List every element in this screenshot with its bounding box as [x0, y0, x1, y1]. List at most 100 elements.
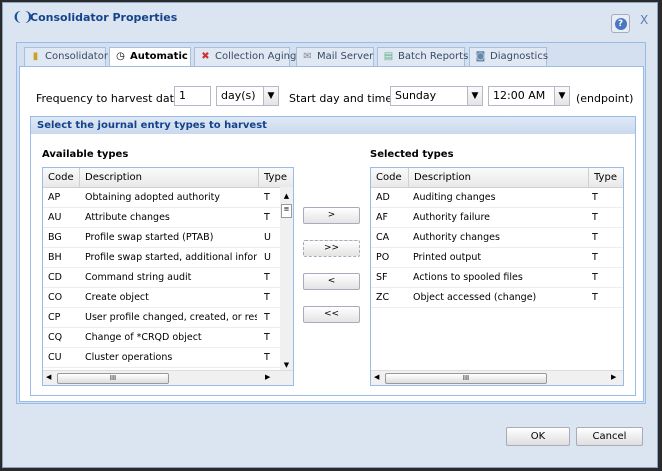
table-row[interactable]: AF Authority failure T	[371, 208, 623, 228]
code-cell: ZC	[376, 292, 390, 303]
description-cell: Command string audit	[85, 272, 192, 283]
type-cell: T	[592, 292, 598, 303]
code-cell: CA	[376, 232, 390, 243]
description-cell: Authority changes	[413, 232, 500, 243]
code-cell: AU	[48, 212, 62, 223]
tab-label: Mail Server	[317, 51, 374, 62]
selected-types-grid[interactable]: Code Description Type ◀ III ▶ AD Auditing c…	[370, 167, 624, 386]
report-icon: ▤	[383, 51, 394, 62]
type-cell: T	[264, 292, 270, 303]
scroll-thumb[interactable]: III	[57, 373, 169, 384]
column-header-description[interactable]: Description	[409, 168, 589, 187]
aging-icon: ✖	[201, 51, 210, 62]
start-label: Start day and time:	[289, 92, 396, 105]
add-all-button[interactable]: >>	[303, 240, 360, 257]
help-button[interactable]: ?	[611, 14, 630, 33]
type-cell: T	[592, 212, 598, 223]
table-row[interactable]: CU Cluster operations T	[43, 348, 281, 368]
chevron-down-icon[interactable]: ▼	[554, 86, 570, 106]
table-row[interactable]: AD Auditing changes T	[371, 188, 623, 208]
column-header-code[interactable]: Code	[43, 168, 80, 187]
type-cell: T	[264, 272, 270, 283]
day-select[interactable]: Sunday	[390, 86, 468, 106]
remove-button[interactable]: <	[303, 273, 360, 290]
tab-automatic[interactable]: ◷ Automatic	[109, 47, 191, 67]
scroll-thumb[interactable]: III	[385, 373, 547, 384]
table-row[interactable]: ZC Object accessed (change) T	[371, 288, 623, 308]
code-cell: CP	[48, 312, 61, 323]
scroll-right-icon[interactable]: ▶	[611, 373, 616, 381]
tab-batch-reports[interactable]: ▤ Batch Reports	[377, 47, 469, 66]
description-cell: Obtaining adopted authority	[85, 192, 221, 203]
mail-icon: ✉	[303, 51, 312, 62]
description-cell: Cluster operations	[85, 352, 173, 363]
table-row[interactable]: CD Command string audit T	[43, 268, 281, 288]
vertical-scrollbar[interactable]: ▲ ≡ ▼	[280, 187, 293, 371]
add-button[interactable]: >	[303, 207, 360, 224]
column-header-code[interactable]: Code	[371, 168, 409, 187]
tab-label: Diagnostics	[490, 51, 549, 62]
description-cell: Authority failure	[413, 212, 490, 223]
close-button[interactable]: X	[640, 13, 648, 27]
frequency-input[interactable]: 1	[174, 86, 211, 106]
ok-button[interactable]: OK	[506, 427, 570, 446]
description-cell: User profile changed, created, or resto.…	[85, 312, 257, 323]
column-header-type[interactable]: Type	[589, 168, 623, 187]
code-cell: AD	[376, 192, 390, 203]
type-cell: T	[592, 272, 598, 283]
tab-consolidator[interactable]: ▮ Consolidator	[24, 47, 108, 66]
available-types-grid[interactable]: Code Description Type ▲ ≡ ▼ ◀ III ▶ AP Obtain…	[42, 167, 294, 386]
code-cell: AP	[48, 192, 61, 203]
horizontal-scrollbar[interactable]: ◀ III ▶	[371, 370, 623, 385]
table-row[interactable]: CA Authority changes T	[371, 228, 623, 248]
scroll-left-icon[interactable]: ◀	[374, 373, 379, 381]
tab-mail-server[interactable]: ✉ Mail Server	[296, 47, 374, 66]
type-cell: T	[264, 352, 270, 363]
type-cell: T	[264, 212, 270, 223]
help-icon: ?	[614, 18, 627, 30]
description-cell: Attribute changes	[85, 212, 170, 223]
table-row[interactable]: AP Obtaining adopted authority T	[43, 188, 281, 208]
code-cell: CD	[48, 272, 62, 283]
dialog-title: Consolidator Properties	[30, 11, 178, 24]
remove-all-button[interactable]: <<	[303, 306, 360, 323]
chevron-down-icon[interactable]: ▼	[263, 86, 279, 106]
available-types-title: Available types	[42, 149, 129, 160]
column-header-type[interactable]: Type	[259, 168, 293, 187]
scroll-left-icon[interactable]: ◀	[46, 373, 51, 381]
table-row[interactable]: CQ Change of *CRQD object T	[43, 328, 281, 348]
description-cell: Actions to spooled files	[413, 272, 523, 283]
scroll-thumb[interactable]: ≡	[281, 204, 292, 218]
time-select[interactable]: 12:00 AM	[488, 86, 555, 106]
scroll-up-icon[interactable]: ▲	[280, 192, 293, 200]
cancel-button[interactable]: Cancel	[576, 427, 643, 446]
description-cell: Profile swap started (PTAB)	[85, 232, 214, 243]
type-cell: T	[592, 232, 598, 243]
table-row[interactable]: PO Printed output T	[371, 248, 623, 268]
table-row[interactable]: CO Create object T	[43, 288, 281, 308]
tab-collection-aging[interactable]: ✖ Collection Aging	[194, 47, 296, 66]
table-row[interactable]: CP User profile changed, created, or rest…	[43, 308, 281, 328]
table-row[interactable]: BG Profile swap started (PTAB) U	[43, 228, 281, 248]
tab-label: Batch Reports	[398, 51, 469, 62]
scroll-down-icon[interactable]: ▼	[280, 361, 293, 369]
tab-diagnostics[interactable]: ◙ Diagnostics	[469, 47, 549, 66]
table-row[interactable]: AU Attribute changes T	[43, 208, 281, 228]
code-cell: BG	[48, 232, 62, 243]
scroll-right-icon[interactable]: ▶	[265, 373, 270, 381]
section-header: Select the journal entry types to harves…	[31, 117, 635, 134]
table-row[interactable]: BH Profile swap started, additional infor…	[43, 248, 281, 268]
frequency-label: Frequency to harvest data:	[36, 92, 185, 105]
description-cell: Auditing changes	[413, 192, 496, 203]
description-cell: Object accessed (change)	[413, 292, 537, 303]
chevron-down-icon[interactable]: ▼	[467, 86, 483, 106]
description-cell: Printed output	[413, 252, 482, 263]
table-row[interactable]: SF Actions to spooled files T	[371, 268, 623, 288]
type-cell: T	[592, 252, 598, 263]
column-header-description[interactable]: Description	[80, 168, 259, 187]
horizontal-scrollbar[interactable]: ◀ III ▶	[43, 370, 293, 385]
unit-select[interactable]: day(s)	[216, 86, 264, 106]
code-cell: SF	[376, 272, 388, 283]
clock-icon: ◷	[116, 51, 125, 62]
code-cell: CQ	[48, 332, 63, 343]
